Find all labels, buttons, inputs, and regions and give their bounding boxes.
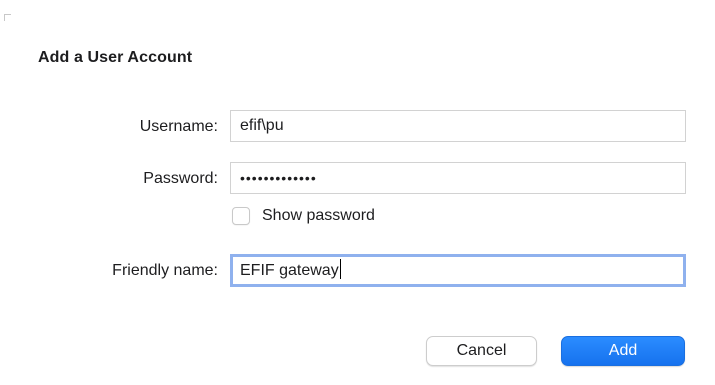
friendly-name-field[interactable]: EFIF gateway [230, 254, 686, 287]
dialog-title: Add a User Account [38, 49, 193, 66]
show-password-checkbox[interactable] [232, 207, 250, 225]
username-field[interactable]: efif\pu [230, 110, 686, 142]
password-label: Password: [143, 170, 218, 187]
password-value: ••••••••••••• [240, 170, 317, 186]
username-label: Username: [139, 118, 218, 135]
friendly-name-label: Friendly name: [112, 262, 218, 279]
username-value: efif\pu [240, 117, 284, 134]
friendly-name-value: EFIF gateway [240, 262, 339, 279]
add-user-account-dialog: Add a User Account Username: efif\pu Pas… [0, 0, 715, 385]
password-field[interactable]: ••••••••••••• [230, 162, 686, 194]
add-button[interactable]: Add [561, 336, 685, 366]
text-caret [339, 259, 341, 279]
cancel-button[interactable]: Cancel [426, 336, 537, 366]
show-password-row[interactable]: Show password [232, 205, 375, 227]
window-corner-mark [4, 14, 11, 21]
show-password-label[interactable]: Show password [262, 207, 375, 225]
